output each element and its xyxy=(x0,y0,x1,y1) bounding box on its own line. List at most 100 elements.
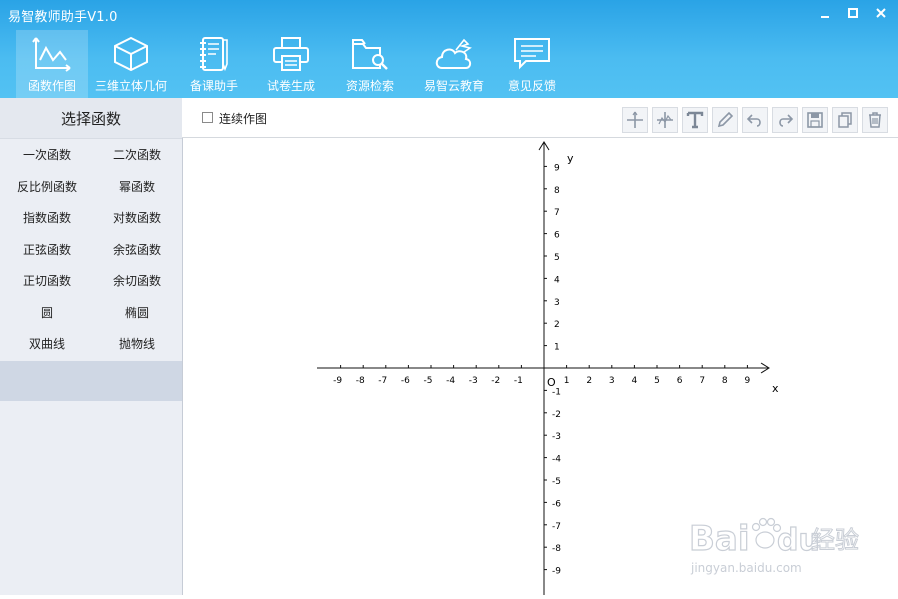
cloud-bird-icon xyxy=(434,36,474,72)
close-button[interactable] xyxy=(870,2,892,24)
x-tick-label: 5 xyxy=(654,376,660,386)
nav-label: 三维立体几何 xyxy=(94,79,167,93)
y-tick-label: 2 xyxy=(554,320,560,330)
x-tick-label: 2 xyxy=(586,376,592,386)
y-tick-label: -6 xyxy=(552,499,561,509)
delete-button[interactable] xyxy=(862,107,888,133)
svg-text:jingyan.baidu.com: jingyan.baidu.com xyxy=(690,561,802,575)
nav-resource-search[interactable]: 资源检索 xyxy=(328,30,412,98)
app-title: 易智教师助手V1.0 xyxy=(8,10,118,25)
x-tick-label: 3 xyxy=(609,376,615,386)
nav-label: 资源检索 xyxy=(345,79,394,93)
text-button[interactable] xyxy=(682,107,708,133)
pencil-button[interactable] xyxy=(712,107,738,133)
nav-3d-geometry[interactable]: 三维立体几何 xyxy=(88,30,174,98)
move-axis-button[interactable] xyxy=(652,107,678,133)
sidebar-item-logarithmic[interactable]: 对数函数 xyxy=(92,202,182,234)
y-tick-label: -2 xyxy=(552,410,561,420)
svg-text:Bai: Bai xyxy=(689,519,750,559)
sidebar-item-cosine[interactable]: 余弦函数 xyxy=(92,234,182,266)
x-tick-label: -1 xyxy=(514,376,523,386)
x-tick-label: 1 xyxy=(564,376,570,386)
nav-cloud-education[interactable]: 易智云教育 xyxy=(412,30,496,98)
x-tick-label: -3 xyxy=(469,376,478,386)
x-tick-label: -7 xyxy=(378,376,387,386)
nav-label: 试卷生成 xyxy=(266,79,315,93)
x-tick-label: -5 xyxy=(424,376,433,386)
y-tick-label: -1 xyxy=(552,387,561,397)
sidebar-item-exponential[interactable]: 指数函数 xyxy=(2,202,92,234)
redo-icon xyxy=(779,114,794,127)
window-controls xyxy=(814,2,892,24)
continuous-draw-label: 连续作图 xyxy=(219,112,268,126)
sidebar-item-power[interactable]: 幂函数 xyxy=(92,171,182,203)
save-button[interactable] xyxy=(802,107,828,133)
graph-toolbar: 连续作图 xyxy=(182,98,898,138)
nav-label: 函数作图 xyxy=(27,79,76,93)
y-tick-label: -3 xyxy=(552,432,561,442)
sidebar-parameter-area xyxy=(0,360,182,401)
y-tick-label: 7 xyxy=(554,208,560,218)
sidebar-title: 选择函数 xyxy=(0,98,182,139)
sidebar-item-circle[interactable]: 圆 xyxy=(2,297,92,329)
notebook-icon xyxy=(194,36,234,72)
sidebar-item-linear[interactable]: 一次函数 xyxy=(2,139,92,171)
function-graph-icon xyxy=(32,36,72,72)
pan-icon xyxy=(627,111,643,128)
baidu-jingyan-watermark: Bai du 经验 jingyan.baidu.com xyxy=(688,510,864,580)
x-tick-label: -2 xyxy=(491,376,500,386)
y-tick-label: -9 xyxy=(552,567,561,577)
sidebar-item-parabola[interactable]: 抛物线 xyxy=(92,328,182,360)
pan-button[interactable] xyxy=(622,107,648,133)
main-nav: 函数作图 三维立体几何 备课助手 试卷生成 资源检索 易智云教育 意见反馈 xyxy=(16,30,568,98)
y-tick-label: -4 xyxy=(552,455,561,465)
copy-icon xyxy=(838,112,852,128)
undo-icon xyxy=(746,114,761,127)
nav-lesson-prep[interactable]: 备课助手 xyxy=(174,30,254,98)
title-bar: 易智教师助手V1.0 函数作图 三维立体几何 备课助手 试卷生成 资源检索 易智… xyxy=(0,0,898,98)
save-icon xyxy=(807,112,823,128)
delete-icon xyxy=(869,112,881,128)
x-tick-label: -4 xyxy=(446,376,455,386)
cube-icon xyxy=(111,36,151,72)
nav-feedback[interactable]: 意见反馈 xyxy=(496,30,568,98)
nav-exam-generate[interactable]: 试卷生成 xyxy=(254,30,328,98)
y-tick-label: 9 xyxy=(554,163,560,173)
chat-icon xyxy=(512,36,552,72)
nav-label: 易智云教育 xyxy=(423,79,484,93)
sidebar-item-quadratic[interactable]: 二次函数 xyxy=(92,139,182,171)
sidebar-item-ellipse[interactable]: 椭圆 xyxy=(92,297,182,329)
y-tick-label: 8 xyxy=(554,186,560,196)
undo-button[interactable] xyxy=(742,107,768,133)
sidebar-item-hyperbola[interactable]: 双曲线 xyxy=(2,328,92,360)
minimize-button[interactable] xyxy=(814,2,836,24)
sidebar-item-cotangent[interactable]: 余切函数 xyxy=(92,265,182,297)
y-tick-label: -5 xyxy=(552,477,561,487)
nav-label: 意见反馈 xyxy=(507,79,556,93)
y-ticks: 9 8 7 6 5 4 3 2 1 -1 -2 -3 -4 -5 -6 -7 -8 -9 xyxy=(544,163,561,577)
copy-button[interactable] xyxy=(832,107,858,133)
continuous-draw-checkbox[interactable] xyxy=(202,112,213,123)
sidebar-item-sine[interactable]: 正弦函数 xyxy=(2,234,92,266)
svg-text:经验: 经验 xyxy=(811,526,859,554)
function-list: 一次函数 二次函数 反比例函数 幂函数 指数函数 对数函数 正弦函数 余弦函数 … xyxy=(0,139,182,360)
maximize-button[interactable] xyxy=(842,2,864,24)
y-tick-label: -7 xyxy=(552,522,561,532)
x-tick-label: 7 xyxy=(699,376,705,386)
redo-button[interactable] xyxy=(772,107,798,133)
function-sidebar: 选择函数 一次函数 二次函数 反比例函数 幂函数 指数函数 对数函数 正弦函数 … xyxy=(0,98,183,595)
y-tick-label: 4 xyxy=(554,275,560,285)
y-tick-label: 6 xyxy=(554,231,560,241)
x-tick-label: -9 xyxy=(333,376,342,386)
pencil-icon xyxy=(717,111,734,128)
move-axis-icon xyxy=(657,112,673,128)
sidebar-item-tangent[interactable]: 正切函数 xyxy=(2,265,92,297)
y-tick-label: -8 xyxy=(552,544,561,554)
x-tick-label: -8 xyxy=(356,376,365,386)
x-tick-label: 4 xyxy=(632,376,638,386)
y-tick-label: 1 xyxy=(554,343,560,353)
minimize-icon xyxy=(821,16,829,18)
sidebar-item-inverse-proportion[interactable]: 反比例函数 xyxy=(2,171,92,203)
folder-search-icon xyxy=(350,36,390,72)
nav-function-graph[interactable]: 函数作图 xyxy=(16,30,88,98)
